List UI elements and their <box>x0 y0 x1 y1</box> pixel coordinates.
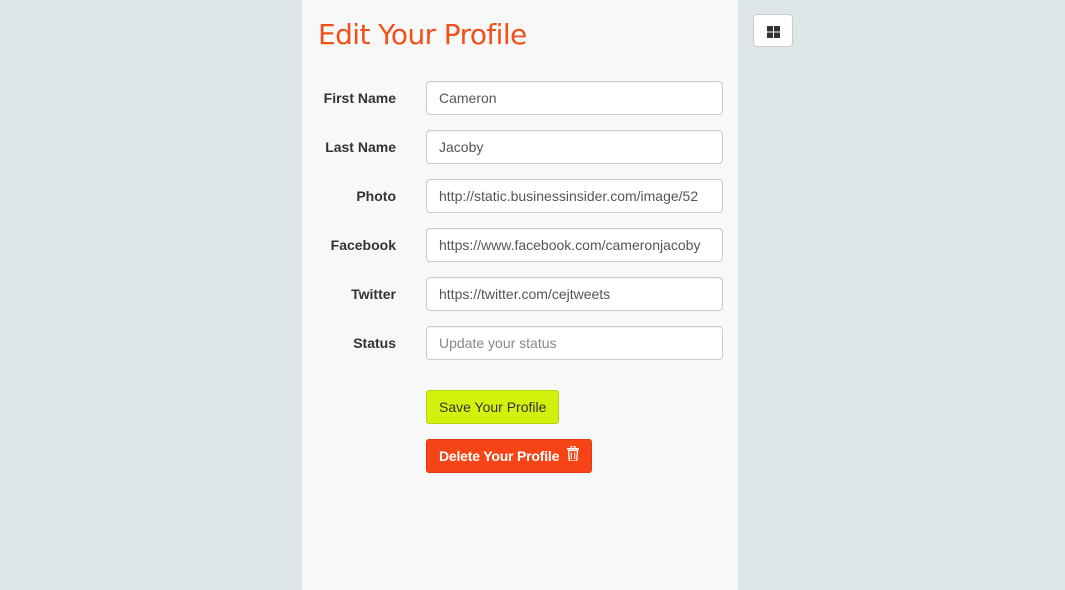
status-input[interactable] <box>426 326 723 360</box>
last-name-row: Last Name <box>302 130 738 164</box>
photo-row: Photo <box>302 179 738 213</box>
first-name-label: First Name <box>323 90 396 106</box>
first-name-input[interactable] <box>426 81 723 115</box>
photo-label: Photo <box>356 188 396 204</box>
save-profile-label: Save Your Profile <box>439 399 547 415</box>
page-title: Edit Your Profile <box>318 18 527 51</box>
first-name-row: First Name <box>302 81 738 115</box>
profile-panel: Edit Your Profile First Name Last Name P… <box>302 0 738 590</box>
twitter-row: Twitter <box>302 277 738 311</box>
status-row: Status <box>302 326 738 360</box>
save-profile-button[interactable]: Save Your Profile <box>426 390 560 424</box>
twitter-url-input[interactable] <box>426 277 723 311</box>
facebook-row: Facebook <box>302 228 738 262</box>
last-name-label: Last Name <box>325 139 396 155</box>
facebook-label: Facebook <box>330 237 396 253</box>
photo-url-input[interactable] <box>426 179 723 213</box>
status-label: Status <box>353 335 396 351</box>
facebook-url-input[interactable] <box>426 228 723 262</box>
last-name-input[interactable] <box>426 130 723 164</box>
trash-icon <box>567 440 580 472</box>
grid-view-button[interactable] <box>753 14 793 47</box>
delete-profile-button[interactable]: Delete Your Profile <box>426 439 593 473</box>
twitter-label: Twitter <box>351 286 396 302</box>
grid-icon <box>767 25 780 43</box>
delete-profile-label: Delete Your Profile <box>439 448 560 464</box>
